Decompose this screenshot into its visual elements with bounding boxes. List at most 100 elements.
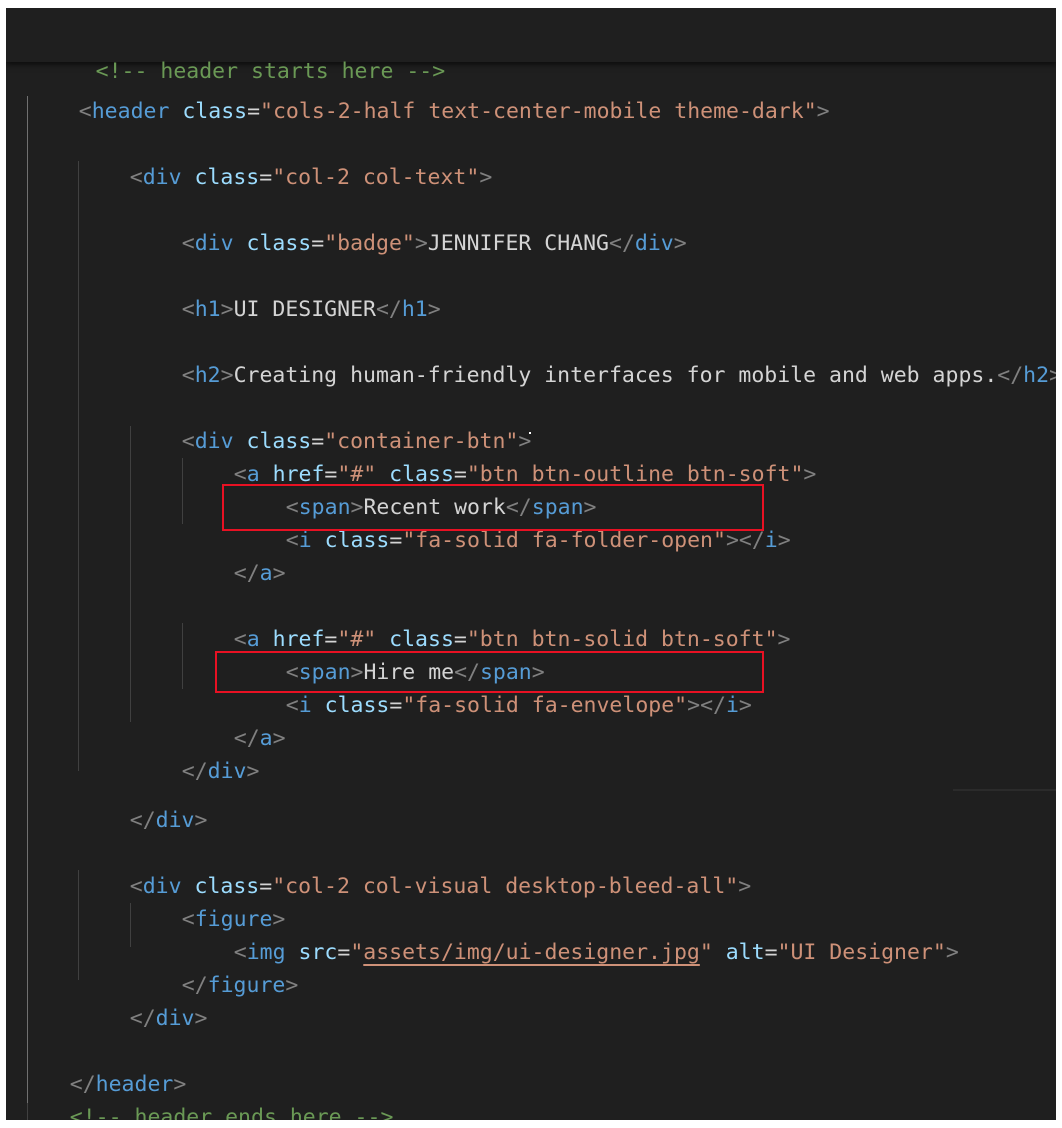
- punct: <: [181, 297, 195, 322]
- punct: <: [78, 99, 92, 124]
- tag-name: i: [298, 528, 312, 553]
- punct: =: [311, 231, 325, 256]
- code-line-header-close: </header>: [18, 1035, 187, 1097]
- punct: </: [738, 528, 765, 553]
- tag-name: div: [194, 231, 234, 256]
- tag-name: header: [91, 99, 170, 124]
- attr-value: "col-2 col-text": [272, 165, 480, 190]
- attr-name: class: [324, 693, 390, 718]
- code-line-comment-end: <!-- header ends here -->: [18, 1068, 394, 1120]
- punct: >: [272, 561, 286, 586]
- code-line-h1: <h1>UI DESIGNER</h1>: [130, 260, 441, 322]
- punct: >: [414, 231, 428, 256]
- punct: >: [246, 759, 260, 784]
- code-line-comment-start: <!-- header starts here -->: [18, 22, 446, 84]
- code-line-figure-open: <figure>: [130, 870, 286, 932]
- attr-name: alt: [725, 940, 765, 965]
- punct: >: [777, 627, 791, 652]
- tag-name: h1: [194, 297, 221, 322]
- punct: >: [272, 726, 286, 751]
- tag-name: div: [207, 759, 247, 784]
- punct: </: [129, 1006, 156, 1031]
- tag-name: h1: [401, 297, 428, 322]
- punct: >: [738, 693, 752, 718]
- punct: =: [764, 940, 778, 965]
- punct: >: [945, 940, 959, 965]
- punct: </: [700, 693, 726, 718]
- tag-name: i: [764, 528, 778, 553]
- tag-name: h2: [1023, 363, 1050, 388]
- code-line-a-recent-work-open: <a href="#" class="btn btn-outline btn-s…: [182, 425, 817, 487]
- code-editor[interactable]: <!-- header starts here --> <header clas…: [6, 8, 1056, 1120]
- tag-name: div: [155, 1006, 195, 1031]
- tag-name: h2: [194, 363, 221, 388]
- indent-guide: [78, 161, 79, 771]
- divider: [953, 789, 1056, 791]
- punct: >: [803, 462, 817, 487]
- sticky-scroll-header[interactable]: <!-- header starts here -->: [6, 8, 1056, 84]
- attr-value: "col-2 col-visual desktop-bleed-all": [272, 874, 739, 899]
- punct: =: [337, 940, 351, 965]
- tag-name: div: [634, 231, 674, 256]
- punct: >: [738, 874, 752, 899]
- punct: </: [129, 808, 156, 833]
- attr-name: class: [194, 165, 260, 190]
- punct: >: [194, 808, 208, 833]
- punct: <: [285, 528, 299, 553]
- punct: =: [259, 165, 273, 190]
- code-line-div-close: </div>: [130, 722, 260, 784]
- tag-name: a: [259, 726, 273, 751]
- highlight-box-folder-open: [222, 484, 764, 531]
- punct: >: [479, 165, 493, 190]
- punct: <: [285, 693, 299, 718]
- attr-name: src: [298, 940, 338, 965]
- tag-name: a: [259, 561, 273, 586]
- punct: >: [1049, 363, 1056, 388]
- tag-name: figure: [207, 973, 286, 998]
- attr-value: "UI Designer": [777, 940, 946, 965]
- attr-name: class: [182, 99, 248, 124]
- code-line-col-visual-open: <div class="col-2 col-visual desktop-ble…: [78, 837, 751, 899]
- indent-guide: [27, 96, 28, 1104]
- tag-name: i: [725, 693, 739, 718]
- tag-name: div: [155, 808, 195, 833]
- code-line-div-close: </div>: [78, 771, 208, 833]
- punct: </: [375, 297, 402, 322]
- code-line-h2: <h2>Creating human-friendly interfaces f…: [130, 326, 1056, 388]
- punct: >: [687, 693, 701, 718]
- code-line-div-close: </div>: [78, 969, 208, 1031]
- attr-name: class: [324, 528, 390, 553]
- punct: >: [816, 99, 830, 124]
- punct: <: [181, 363, 195, 388]
- punct: =: [389, 693, 403, 718]
- attr-value: "badge": [324, 231, 415, 256]
- punct: </: [609, 231, 635, 256]
- code-line-container-btn-open: <div class="container-btn">: [130, 392, 532, 454]
- comment: <!-- header ends here -->: [69, 1105, 394, 1120]
- code-line-col-text-open: <div class="col-2 col-text">: [78, 128, 493, 190]
- tag-name: div: [142, 165, 182, 190]
- attr-value: "fa-solid fa-envelope": [402, 693, 688, 718]
- file-link[interactable]: assets/img/ui-designer.jpg: [363, 940, 700, 965]
- highlight-box-envelope: [215, 651, 764, 693]
- text-content: UI DESIGNER: [233, 297, 376, 322]
- punct: >: [673, 231, 687, 256]
- punct: <: [129, 165, 143, 190]
- punct: <: [181, 231, 195, 256]
- tag-name: i: [298, 693, 312, 718]
- punct: >: [194, 1006, 208, 1031]
- attr-value: "cols-2-half text-center-mobile theme-da…: [260, 99, 817, 124]
- attr-name: class: [246, 231, 312, 256]
- text-content: JENNIFER CHANG: [427, 231, 609, 256]
- code-line-figure-close: </figure>: [130, 936, 299, 998]
- punct: ": [350, 940, 364, 965]
- punct: >: [285, 973, 299, 998]
- code-line-badge: <div class="badge">JENNIFER CHANG</div>: [130, 194, 687, 256]
- punct: >: [427, 297, 441, 322]
